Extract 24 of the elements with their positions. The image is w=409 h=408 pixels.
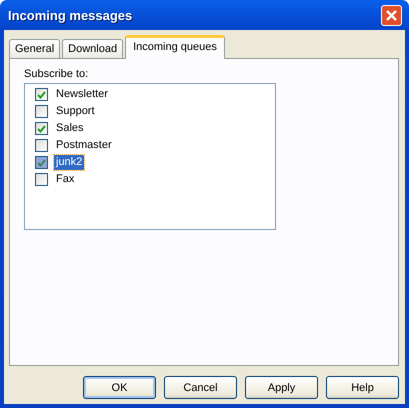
queue-item[interactable]: Support (54, 104, 97, 119)
queue-item[interactable]: Sales (54, 121, 86, 136)
dialog-button[interactable]: Help (326, 376, 399, 399)
close-icon (385, 8, 398, 22)
queue-list[interactable]: Newsletter Support Sales Postmaster junk2 Fax (24, 83, 276, 230)
queue-item[interactable]: Postmaster (54, 138, 114, 153)
dialog-button[interactable]: Apply (245, 376, 318, 399)
dialog-button[interactable]: OK (83, 376, 156, 399)
checkbox[interactable] (35, 156, 48, 169)
checkbox[interactable] (35, 173, 48, 186)
checkbox[interactable] (35, 88, 48, 101)
queue-item[interactable]: Newsletter (54, 87, 110, 102)
subscribe-label: Subscribe to: (24, 68, 90, 80)
tab[interactable]: Download (62, 39, 124, 58)
tab[interactable]: Incoming queues (125, 35, 225, 59)
tab[interactable]: General (9, 39, 60, 58)
checkbox[interactable] (35, 122, 48, 135)
window-title: Incoming messages (8, 8, 132, 22)
checkbox[interactable] (35, 139, 48, 152)
queue-item[interactable]: junk2 (54, 155, 84, 170)
queue-item[interactable]: Fax (54, 172, 76, 187)
close-button[interactable] (381, 4, 402, 26)
dialog-button[interactable]: Cancel (164, 376, 237, 399)
checkbox[interactable] (35, 105, 48, 118)
